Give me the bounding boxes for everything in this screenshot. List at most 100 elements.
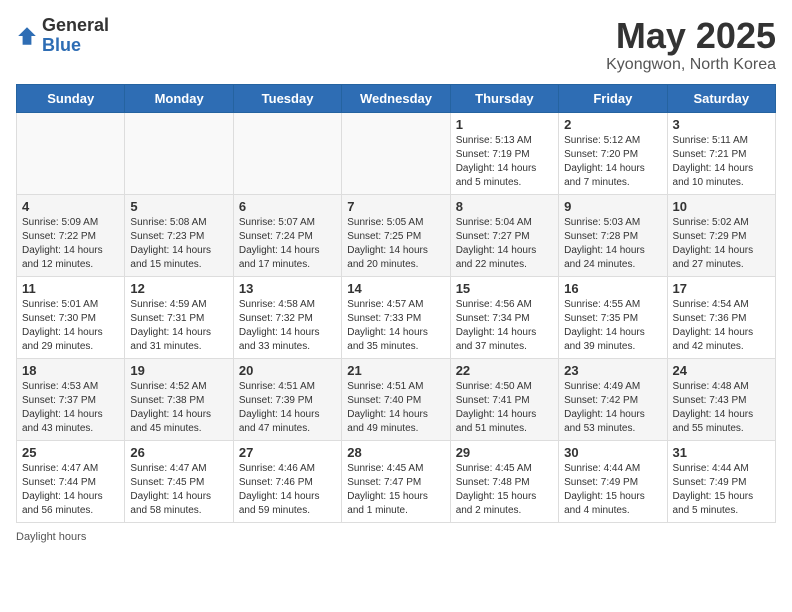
day-info: Sunrise: 4:47 AM Sunset: 7:44 PM Dayligh… — [22, 462, 119, 518]
day-number: 21 — [347, 363, 444, 378]
header-wednesday: Wednesday — [342, 84, 450, 112]
day-info: Sunrise: 4:52 AM Sunset: 7:38 PM Dayligh… — [130, 380, 227, 436]
header-friday: Friday — [559, 84, 667, 112]
day-info: Sunrise: 4:46 AM Sunset: 7:46 PM Dayligh… — [239, 462, 336, 518]
day-info: Sunrise: 5:05 AM Sunset: 7:25 PM Dayligh… — [347, 216, 444, 272]
day-number: 28 — [347, 445, 444, 460]
header-monday: Monday — [125, 84, 233, 112]
day-number: 11 — [22, 281, 119, 296]
calendar-cell — [342, 112, 450, 194]
calendar-cell: 27 Sunrise: 4:46 AM Sunset: 7:46 PM Dayli… — [233, 440, 341, 522]
day-info: Sunrise: 4:44 AM Sunset: 7:49 PM Dayligh… — [564, 462, 661, 518]
calendar-week-1: 1 Sunrise: 5:13 AM Sunset: 7:19 PM Daylig… — [17, 112, 776, 194]
day-number: 31 — [673, 445, 770, 460]
day-info: Sunrise: 5:08 AM Sunset: 7:23 PM Dayligh… — [130, 216, 227, 272]
header-tuesday: Tuesday — [233, 84, 341, 112]
day-info: Sunrise: 4:54 AM Sunset: 7:36 PM Dayligh… — [673, 298, 770, 354]
calendar-cell: 22 Sunrise: 4:50 AM Sunset: 7:41 PM Dayli… — [450, 358, 558, 440]
day-info: Sunrise: 4:53 AM Sunset: 7:37 PM Dayligh… — [22, 380, 119, 436]
logo-blue: Blue — [42, 36, 109, 56]
calendar-week-3: 11 Sunrise: 5:01 AM Sunset: 7:30 PM Dayli… — [17, 276, 776, 358]
calendar-week-2: 4Sunrise: 5:09 AM Sunset: 7:22 PM Daylig… — [17, 194, 776, 276]
day-number: 1 — [456, 117, 553, 132]
calendar-cell: 8 Sunrise: 5:04 AM Sunset: 7:27 PM Daylig… — [450, 194, 558, 276]
subtitle: Kyongwon, North Korea — [606, 56, 776, 74]
day-info: Sunrise: 5:13 AM Sunset: 7:19 PM Dayligh… — [456, 134, 553, 190]
day-number: 25 — [22, 445, 119, 460]
calendar-cell: 29Sunrise: 4:45 AM Sunset: 7:48 PM Dayli… — [450, 440, 558, 522]
calendar-cell: 9 Sunrise: 5:03 AM Sunset: 7:28 PM Daylig… — [559, 194, 667, 276]
day-number: 19 — [130, 363, 227, 378]
day-info: Sunrise: 4:59 AM Sunset: 7:31 PM Dayligh… — [130, 298, 227, 354]
calendar-cell: 15Sunrise: 4:56 AM Sunset: 7:34 PM Dayli… — [450, 276, 558, 358]
calendar-cell: 11 Sunrise: 5:01 AM Sunset: 7:30 PM Dayli… — [17, 276, 125, 358]
calendar-cell: 1 Sunrise: 5:13 AM Sunset: 7:19 PM Daylig… — [450, 112, 558, 194]
day-info: Sunrise: 5:07 AM Sunset: 7:24 PM Dayligh… — [239, 216, 336, 272]
day-info: Sunrise: 4:49 AM Sunset: 7:42 PM Dayligh… — [564, 380, 661, 436]
calendar-cell: 21 Sunrise: 4:51 AM Sunset: 7:40 PM Dayli… — [342, 358, 450, 440]
calendar-cell: 2Sunrise: 5:12 AM Sunset: 7:20 PM Daylig… — [559, 112, 667, 194]
day-number: 3 — [673, 117, 770, 132]
calendar-cell: 5 Sunrise: 5:08 AM Sunset: 7:23 PM Daylig… — [125, 194, 233, 276]
day-number: 24 — [673, 363, 770, 378]
day-info: Sunrise: 5:04 AM Sunset: 7:27 PM Dayligh… — [456, 216, 553, 272]
calendar-cell: 14 Sunrise: 4:57 AM Sunset: 7:33 PM Dayli… — [342, 276, 450, 358]
day-info: Sunrise: 5:03 AM Sunset: 7:28 PM Dayligh… — [564, 216, 661, 272]
calendar-cell: 19 Sunrise: 4:52 AM Sunset: 7:38 PM Dayli… — [125, 358, 233, 440]
day-number: 10 — [673, 199, 770, 214]
day-number: 22 — [456, 363, 553, 378]
day-number: 16 — [564, 281, 661, 296]
calendar-cell — [17, 112, 125, 194]
day-number: 12 — [130, 281, 227, 296]
calendar-cell: 24 Sunrise: 4:48 AM Sunset: 7:43 PM Dayli… — [667, 358, 775, 440]
page-header: General Blue May 2025 Kyongwon, North Ko… — [16, 16, 776, 74]
day-info: Sunrise: 4:47 AM Sunset: 7:45 PM Dayligh… — [130, 462, 227, 518]
calendar-cell: 13 Sunrise: 4:58 AM Sunset: 7:32 PM Dayli… — [233, 276, 341, 358]
calendar-cell — [125, 112, 233, 194]
day-info: Sunrise: 4:58 AM Sunset: 7:32 PM Dayligh… — [239, 298, 336, 354]
day-number: 8 — [456, 199, 553, 214]
calendar-cell: 28 Sunrise: 4:45 AM Sunset: 7:47 PM Dayli… — [342, 440, 450, 522]
day-number: 6 — [239, 199, 336, 214]
day-number: 29 — [456, 445, 553, 460]
calendar-cell: 6 Sunrise: 5:07 AM Sunset: 7:24 PM Daylig… — [233, 194, 341, 276]
day-info: Sunrise: 4:50 AM Sunset: 7:41 PM Dayligh… — [456, 380, 553, 436]
day-number: 4 — [22, 199, 119, 214]
calendar-cell: 31 Sunrise: 4:44 AM Sunset: 7:49 PM Dayli… — [667, 440, 775, 522]
day-info: Sunrise: 4:51 AM Sunset: 7:40 PM Dayligh… — [347, 380, 444, 436]
day-info: Sunrise: 4:45 AM Sunset: 7:47 PM Dayligh… — [347, 462, 444, 518]
day-number: 14 — [347, 281, 444, 296]
calendar-week-5: 25 Sunrise: 4:47 AM Sunset: 7:44 PM Dayli… — [17, 440, 776, 522]
day-info: Sunrise: 5:12 AM Sunset: 7:20 PM Dayligh… — [564, 134, 661, 190]
day-number: 20 — [239, 363, 336, 378]
logo-general: General — [42, 16, 109, 36]
calendar-cell: 23 Sunrise: 4:49 AM Sunset: 7:42 PM Dayli… — [559, 358, 667, 440]
day-number: 15 — [456, 281, 553, 296]
calendar-cell: 16 Sunrise: 4:55 AM Sunset: 7:35 PM Dayli… — [559, 276, 667, 358]
header-thursday: Thursday — [450, 84, 558, 112]
day-number: 17 — [673, 281, 770, 296]
calendar-cell: 7 Sunrise: 5:05 AM Sunset: 7:25 PM Daylig… — [342, 194, 450, 276]
day-number: 5 — [130, 199, 227, 214]
day-info: Sunrise: 4:57 AM Sunset: 7:33 PM Dayligh… — [347, 298, 444, 354]
logo-text: General Blue — [42, 16, 109, 56]
calendar-cell: 12 Sunrise: 4:59 AM Sunset: 7:31 PM Dayli… — [125, 276, 233, 358]
day-info: Sunrise: 5:11 AM Sunset: 7:21 PM Dayligh… — [673, 134, 770, 190]
calendar-header-row: SundayMondayTuesdayWednesdayThursdayFrid… — [17, 84, 776, 112]
day-number: 13 — [239, 281, 336, 296]
calendar-cell: 18Sunrise: 4:53 AM Sunset: 7:37 PM Dayli… — [17, 358, 125, 440]
day-info: Sunrise: 4:55 AM Sunset: 7:35 PM Dayligh… — [564, 298, 661, 354]
day-number: 7 — [347, 199, 444, 214]
day-info: Sunrise: 5:02 AM Sunset: 7:29 PM Dayligh… — [673, 216, 770, 272]
day-number: 27 — [239, 445, 336, 460]
calendar-cell: 17 Sunrise: 4:54 AM Sunset: 7:36 PM Dayli… — [667, 276, 775, 358]
calendar-cell — [233, 112, 341, 194]
title-block: May 2025 Kyongwon, North Korea — [606, 16, 776, 74]
day-number: 30 — [564, 445, 661, 460]
day-info: Sunrise: 5:01 AM Sunset: 7:30 PM Dayligh… — [22, 298, 119, 354]
day-number: 9 — [564, 199, 661, 214]
daylight-label: Daylight hours — [16, 531, 86, 543]
day-info: Sunrise: 4:44 AM Sunset: 7:49 PM Dayligh… — [673, 462, 770, 518]
day-number: 23 — [564, 363, 661, 378]
day-info: Sunrise: 4:48 AM Sunset: 7:43 PM Dayligh… — [673, 380, 770, 436]
